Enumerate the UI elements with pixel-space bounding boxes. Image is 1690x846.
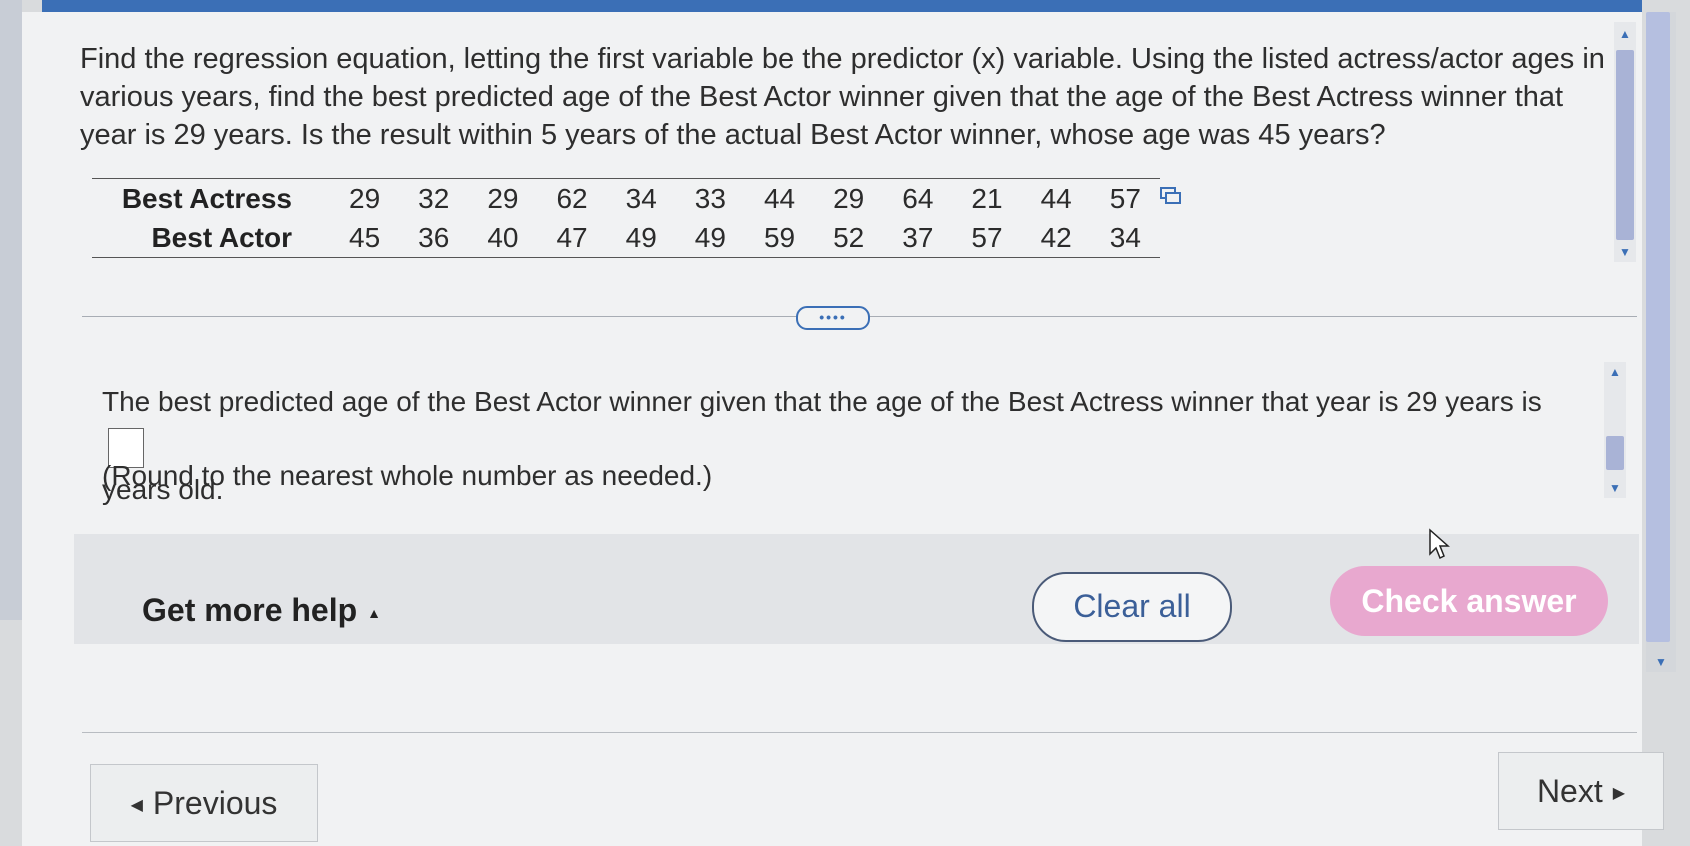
expand-button[interactable]: ••••	[796, 306, 870, 330]
table-cell: 40	[487, 222, 519, 253]
scroll-up-icon[interactable]: ▲	[1609, 366, 1621, 378]
next-button[interactable]: Next ▶	[1498, 752, 1664, 830]
table-cell: 32	[418, 183, 450, 214]
table-cell: 49	[694, 222, 726, 253]
table-cell: 34	[1109, 222, 1141, 253]
table-cell: 44	[1040, 183, 1072, 214]
question-scrollbar[interactable]: ▲ ▼	[1614, 22, 1636, 262]
caret-right-icon: ▶	[1612, 784, 1626, 802]
table-cell: 29	[833, 183, 865, 214]
table-row-actress: Best Actress 29 32 29 62 34 33 44 29 64 …	[92, 179, 1160, 219]
table-cell: 47	[556, 222, 588, 253]
table-cell: 33	[694, 183, 726, 214]
row-label: Best Actress	[121, 183, 292, 214]
answer-prefix: The best predicted age of the Best Actor…	[102, 386, 1542, 417]
caret-left-icon: ◀	[130, 796, 143, 814]
table-cell: 49	[625, 222, 657, 253]
top-accent-bar	[42, 0, 1642, 12]
check-answer-button[interactable]: Check answer	[1330, 566, 1608, 636]
scroll-down-icon[interactable]: ▼	[1619, 246, 1631, 258]
mouse-cursor-icon	[1429, 528, 1450, 560]
table-row-actor: Best Actor 45 36 40 47 49 49 59 52 37 57…	[92, 218, 1160, 258]
row-label: Best Actor	[151, 222, 292, 253]
table-cell: 57	[971, 222, 1003, 253]
previous-button[interactable]: ◀ Previous	[90, 764, 318, 842]
scroll-down-icon[interactable]: ▼	[1609, 482, 1621, 494]
clear-all-button[interactable]: Clear all	[1032, 572, 1232, 642]
scroll-thumb[interactable]	[1616, 50, 1634, 240]
question-text: Find the regression equation, letting th…	[80, 43, 1605, 151]
table-cell: 29	[487, 183, 519, 214]
bottom-divider	[82, 732, 1637, 733]
table-cell: 52	[833, 222, 865, 253]
table-cell: 37	[902, 222, 934, 253]
table-cell: 21	[971, 183, 1003, 214]
scroll-thumb[interactable]	[1646, 12, 1670, 642]
more-help-label: Get more help	[142, 592, 358, 628]
table-cell: 57	[1109, 183, 1141, 214]
caret-up-icon: ▲	[367, 604, 382, 621]
page-scrollbar[interactable]: ▼	[1646, 12, 1676, 672]
left-edge	[0, 0, 22, 620]
scroll-up-icon[interactable]: ▲	[1619, 28, 1631, 40]
rounding-hint: (Round to the nearest whole number as ne…	[102, 460, 713, 491]
copy-data-icon[interactable]	[1160, 187, 1182, 205]
get-more-help-button[interactable]: Get more help ▲	[142, 592, 381, 629]
table-cell: 45	[349, 222, 381, 253]
table-cell: 34	[625, 183, 657, 214]
scroll-down-icon[interactable]: ▼	[1655, 656, 1667, 668]
table-cell: 36	[418, 222, 450, 253]
previous-label: Previous	[152, 785, 278, 821]
table-cell: 42	[1040, 222, 1072, 253]
data-table: Best Actress 29 32 29 62 34 33 44 29 64 …	[92, 178, 1160, 258]
table-cell: 59	[763, 222, 796, 253]
answer-statement: The best predicted age of the Best Actor…	[102, 380, 1552, 512]
scroll-thumb[interactable]	[1606, 436, 1624, 470]
table-cell: 62	[556, 183, 588, 214]
table-cell: 44	[763, 183, 796, 214]
next-label: Next	[1536, 773, 1603, 809]
answer-scrollbar[interactable]: ▲ ▼	[1604, 362, 1626, 498]
table-cell: 29	[349, 183, 381, 214]
table-cell: 64	[902, 183, 934, 214]
